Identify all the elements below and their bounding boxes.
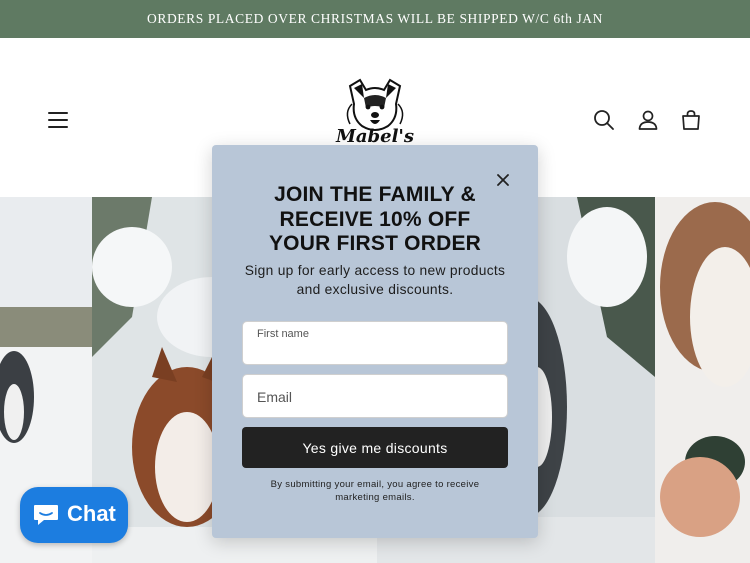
hamburger-menu-icon[interactable] [48, 110, 70, 130]
submit-discount-button[interactable]: Yes give me discounts [242, 427, 508, 468]
popup-title: JOIN THE FAMILY & RECEIVE 10% OFF YOUR F… [232, 183, 518, 257]
popup-subtitle-line: Sign up for early access to new products [244, 263, 506, 278]
logo-text: Mabel's [335, 126, 415, 147]
popup-subtitle-line: and exclusive discounts. [296, 282, 454, 297]
announcement-text: ORDERS PLACED OVER CHRISTMAS WILL BE SHI… [146, 11, 603, 26]
first-name-field[interactable]: First name [242, 321, 508, 365]
chat-bubble-icon [34, 505, 58, 525]
chat-button[interactable]: Chat [20, 487, 128, 543]
popup-disclaimer: By submitting your email, you agree to r… [252, 478, 498, 504]
disclaimer-line: marketing emails. [335, 492, 415, 503]
user-icon[interactable] [636, 108, 660, 132]
hero-photo-dog-treat [655, 197, 750, 563]
first-name-input[interactable] [257, 342, 493, 360]
newsletter-popup: JOIN THE FAMILY & RECEIVE 10% OFF YOUR F… [212, 145, 538, 538]
announcement-bar: ORDERS PLACED OVER CHRISTMAS WILL BE SHI… [0, 0, 750, 38]
shopping-bag-icon[interactable] [679, 108, 703, 132]
search-icon[interactable] [592, 108, 616, 132]
email-field[interactable] [242, 374, 508, 418]
popup-subtitle: Sign up for early access to new products… [232, 261, 518, 299]
email-input[interactable] [257, 387, 493, 407]
popup-title-line: JOIN THE FAMILY & [274, 183, 476, 206]
disclaimer-line: By submitting your email, you agree to r… [270, 479, 480, 490]
popup-title-line: RECEIVE 10% OFF [279, 207, 471, 231]
chat-label: Chat [67, 501, 116, 526]
popup-title-line: YOUR FIRST ORDER [268, 232, 482, 255]
first-name-label: First name [257, 328, 309, 340]
